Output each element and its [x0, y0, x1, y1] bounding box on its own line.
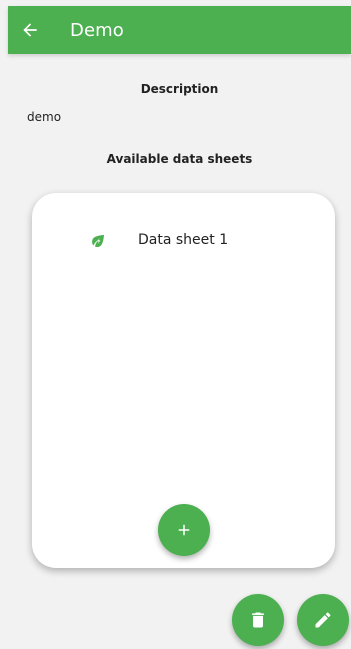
list-item-data-sheet[interactable]: Data sheet 1	[32, 223, 335, 259]
description-heading: Description	[140, 82, 219, 96]
back-button[interactable]	[8, 6, 52, 54]
data-sheets-card: Data sheet 1	[32, 193, 335, 568]
app-bar: Demo	[8, 6, 351, 54]
add-data-sheet-button[interactable]	[158, 504, 210, 556]
eco-leaf-bolt-icon	[89, 232, 107, 250]
data-sheets-heading: Available data sheets	[106, 152, 253, 166]
edit-button[interactable]	[297, 594, 349, 646]
screen: Demo Description demo Available data she…	[0, 0, 351, 649]
page-title: Demo	[70, 19, 124, 41]
arrow-left-icon	[23, 23, 37, 37]
trash-icon	[252, 612, 264, 628]
delete-button[interactable]	[232, 594, 284, 646]
description-text: demo	[27, 110, 62, 124]
list-item-label: Data sheet 1	[138, 232, 229, 248]
pencil-icon	[315, 612, 331, 628]
plus-icon	[178, 524, 190, 536]
